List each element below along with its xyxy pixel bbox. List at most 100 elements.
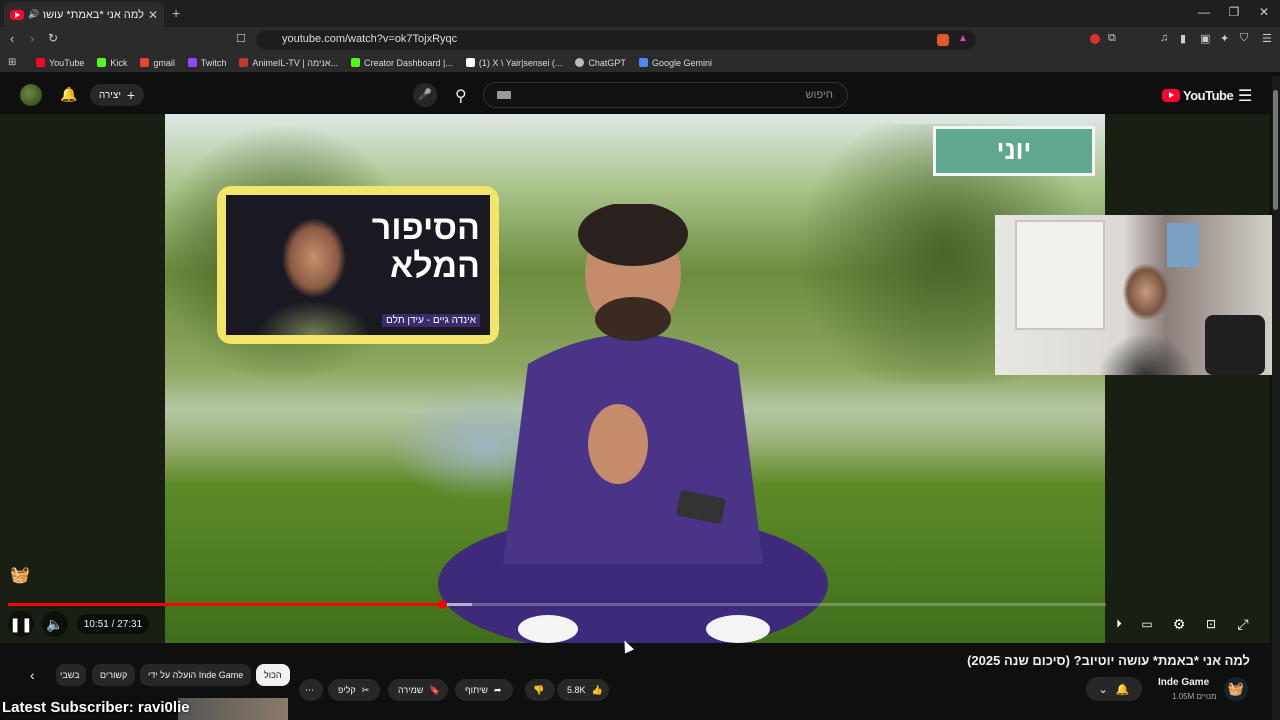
clip-label: קליפ <box>338 685 356 695</box>
brave-shield-icon[interactable] <box>937 34 949 46</box>
bookmark-gemini[interactable]: Google Gemini <box>638 58 712 68</box>
chip-related[interactable]: קשורים <box>92 664 136 686</box>
gmail-bookmark-icon <box>140 58 150 67</box>
channel-avatar[interactable]: 🧺 <box>1224 677 1248 701</box>
youtube-play-logo-icon <box>1162 89 1180 102</box>
hamburger-menu-icon[interactable]: ☰ <box>1238 86 1252 106</box>
extension-red-icon[interactable] <box>1090 34 1100 44</box>
chip-all[interactable]: הכול <box>256 664 290 686</box>
vpn-shield-icon[interactable]: ⛉ <box>1240 32 1248 45</box>
recommended-thumbnail[interactable] <box>178 698 288 720</box>
volume-icon[interactable]: 🔈 <box>42 611 68 637</box>
bookmarks-bar: ⊞ YouTube Kick gmail Twitch AnimeIL-TV |… <box>0 53 1280 73</box>
autoplay-toggle-icon[interactable]: ⏵ <box>1110 615 1128 633</box>
thumbnail-face <box>244 203 384 335</box>
maximize-icon[interactable]: ❐ <box>1224 5 1244 19</box>
chips-left-arrow-icon[interactable]: ‹ <box>30 667 35 683</box>
thumbs-up-icon: 👍 <box>591 684 603 695</box>
settings-gear-icon[interactable]: ⚙ <box>1170 615 1188 633</box>
scrubber-handle[interactable] <box>437 600 447 609</box>
kick-dashboard-bookmark-icon <box>351 58 360 67</box>
brave-rewards-icon[interactable]: ▲ <box>958 33 968 44</box>
name-sign: יוני <box>933 126 1095 176</box>
media-icon[interactable]: ♫ <box>1160 32 1168 44</box>
share-button[interactable]: שיתוף ➦ <box>455 679 513 701</box>
video-frame[interactable]: הסיפור המלא אינדה גיים - עידן תלם יוני <box>165 114 1105 643</box>
bookmark-chatgpt[interactable]: ChatGPT <box>575 58 626 68</box>
scissors-icon: ✂ <box>361 684 370 695</box>
embedded-thumbnail: הסיפור המלא אינדה גיים - עידן תלם <box>217 186 499 344</box>
search-input[interactable]: חיפוש <box>483 82 848 108</box>
share-label: שיתוף <box>465 685 488 695</box>
channel-name[interactable]: Inde Game <box>1158 677 1209 688</box>
close-tab-icon[interactable]: ✕ <box>148 8 158 22</box>
fullscreen-icon[interactable]: ⤢ <box>1234 615 1252 633</box>
bookmark-x[interactable]: (1) X \ Yair|sensei (... <box>465 58 562 68</box>
url-text: youtube.com/watch?v=ok7TojxRyqc <box>282 33 458 45</box>
reload-icon[interactable]: ↻ <box>48 31 58 45</box>
share-icon: ➦ <box>493 684 502 695</box>
stream-latest-subscriber: Latest Subscriber: ravi0lie <box>2 699 190 716</box>
progress-bar[interactable] <box>8 603 1106 606</box>
bookmark-animeil[interactable]: AnimeIL-TV | אנימה... <box>239 58 338 68</box>
youtube-favicon-icon <box>10 9 24 20</box>
leo-ai-icon[interactable]: ✦ <box>1220 32 1229 45</box>
sidebar-icon[interactable]: ▮ <box>1180 32 1186 45</box>
animeil-bookmark-icon <box>239 58 249 67</box>
bookmark-kick[interactable]: Kick <box>97 58 127 68</box>
tab-title: למה אני *באמת* עושה יוטיוב? <box>43 8 144 21</box>
like-button[interactable]: 5.8K 👍 <box>557 679 609 701</box>
url-field[interactable]: youtube.com/watch?v=ok7TojxRyqc <box>256 30 976 50</box>
forward-icon[interactable]: › <box>30 31 34 46</box>
browser-tab-bar: 🔊 למה אני *באמת* עושה יוטיוב? ✕ + — ❐ ✕ <box>0 0 1280 27</box>
bookmark-gmail[interactable]: gmail <box>140 58 175 68</box>
gemini-bookmark-icon <box>638 58 648 67</box>
address-bar-row: ‹ › ↻ ☐ youtube.com/watch?v=ok7TojxRyqc … <box>0 27 1280 53</box>
twitch-bookmark-icon <box>187 58 197 67</box>
dislike-button[interactable]: 👎 <box>525 679 555 701</box>
back-icon[interactable]: ‹ <box>10 31 14 46</box>
bookmark-youtube[interactable]: YouTube <box>36 58 84 68</box>
scrollbar-thumb[interactable] <box>1273 90 1278 210</box>
youtube-bookmark-icon <box>36 58 45 67</box>
save-label: שמירה <box>398 685 424 695</box>
keyboard-icon[interactable] <box>497 91 511 99</box>
bookmark-twitch[interactable]: Twitch <box>187 58 226 68</box>
apps-grid-icon[interactable]: ⊞ <box>8 57 16 68</box>
wallet-icon[interactable]: ▣ <box>1200 32 1210 45</box>
notifications-bell-icon[interactable]: 🔔 <box>60 86 77 103</box>
bookmark-icon[interactable]: ☐ <box>236 32 246 45</box>
minimize-icon[interactable]: — <box>1194 5 1214 19</box>
chip-next[interactable]: בשבי <box>56 664 86 686</box>
browser-menu-icon[interactable]: ☰ <box>1262 32 1272 45</box>
thumbs-down-icon: 👎 <box>533 684 545 695</box>
theater-mode-icon[interactable]: ⊡ <box>1202 615 1220 633</box>
bookmark-creator-dashboard[interactable]: Creator Dashboard |... <box>351 58 453 68</box>
create-button[interactable]: יצירה + <box>90 84 144 106</box>
chip-from-channel[interactable]: הועלה על ידי Inde Game <box>140 664 252 686</box>
kick-bookmark-icon <box>97 58 107 67</box>
search-icon[interactable]: ⚲ <box>455 86 467 106</box>
webcam-chair <box>1205 315 1265 375</box>
avatar[interactable] <box>20 84 42 106</box>
extensions-icon[interactable]: ⧉ <box>1108 32 1116 45</box>
channel-watermark-icon[interactable]: 🧺 <box>10 565 34 589</box>
new-tab-icon[interactable]: + <box>172 5 180 21</box>
create-label: יצירה <box>98 89 121 101</box>
save-button[interactable]: שמירה 🔖 <box>388 679 448 701</box>
clip-button[interactable]: קליפ ✂ <box>328 679 380 701</box>
like-count: 5.8K <box>567 685 586 695</box>
speaker-icon[interactable]: 🔊 <box>28 9 39 20</box>
youtube-logo[interactable]: YouTube <box>1162 88 1234 103</box>
subscribed-button[interactable]: ⌄ 🔔 <box>1086 677 1142 701</box>
webcam-overlay <box>995 215 1280 375</box>
active-tab[interactable]: 🔊 למה אני *באמת* עושה יוטיוב? ✕ <box>4 2 164 27</box>
pause-icon[interactable]: ❚❚ <box>8 611 34 637</box>
close-window-icon[interactable]: ✕ <box>1254 5 1274 19</box>
time-text: 10:51 / 27:31 <box>83 618 143 630</box>
subtitles-icon[interactable]: ▭ <box>1138 615 1156 633</box>
voice-search-mic-icon[interactable]: 🎤 <box>413 83 437 107</box>
youtube-logo-text: YouTube <box>1183 88 1234 103</box>
more-actions-icon[interactable]: ⋯ <box>299 679 323 701</box>
progress-played <box>8 603 442 606</box>
